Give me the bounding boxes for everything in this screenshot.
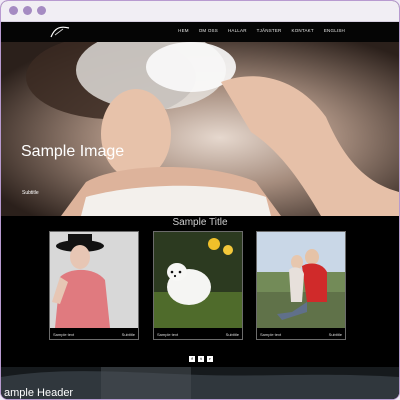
maximize-dot[interactable] [37, 6, 46, 15]
browser-window: HEM OM OSS HALLAR TJÄNSTER KONTAKT ENGLI… [0, 0, 400, 400]
hero-banner: Sample Image Subtitle [1, 42, 399, 216]
section-title: Sample Title [172, 217, 228, 228]
nav-item-tjanster[interactable]: TJÄNSTER [257, 28, 282, 33]
gallery-card-1[interactable]: Sample text Subtitle [49, 231, 139, 340]
nav-item-om-oss[interactable]: OM OSS [199, 28, 218, 33]
nav-item-kontakt[interactable]: KONTAKT [292, 28, 314, 33]
nav-item-hallar[interactable]: HALLAR [228, 28, 247, 33]
minimize-dot[interactable] [23, 6, 32, 15]
card-2-subtitle: Subtitle [225, 332, 239, 337]
footer-header: ample Header [4, 387, 74, 399]
facebook-icon[interactable]: f [189, 356, 195, 362]
gallery-card-3[interactable]: Sample text Subtitle [256, 231, 346, 340]
card-1-text: Sample text [53, 332, 75, 337]
gallery-card-2[interactable]: Sample text Subtitle [153, 231, 243, 340]
gallery-image-1 [50, 232, 138, 328]
nav-item-english[interactable]: ENGLISH [324, 28, 345, 33]
site-logo[interactable] [49, 25, 71, 39]
nav-menu: HEM OM OSS HALLAR TJÄNSTER KONTAKT ENGLI… [178, 28, 345, 33]
card-3-text: Sample text [260, 332, 282, 337]
gallery-image-2 [154, 232, 242, 328]
hero-photo [1, 42, 399, 216]
card-1-subtitle: Subtitle [121, 332, 135, 337]
social-links: f t r [189, 356, 213, 362]
hero-title: Sample Image [21, 143, 125, 160]
gallery-image-3 [257, 232, 345, 328]
card-3-subtitle: Subtitle [328, 332, 342, 337]
card-2-text: Sample text [157, 332, 179, 337]
twitter-icon[interactable]: t [198, 356, 204, 362]
hero-subtitle: Subtitle [22, 190, 39, 196]
window-titlebar [1, 1, 399, 22]
rss-icon[interactable]: r [207, 356, 213, 362]
nav-item-hem[interactable]: HEM [178, 28, 189, 33]
close-dot[interactable] [9, 6, 18, 15]
